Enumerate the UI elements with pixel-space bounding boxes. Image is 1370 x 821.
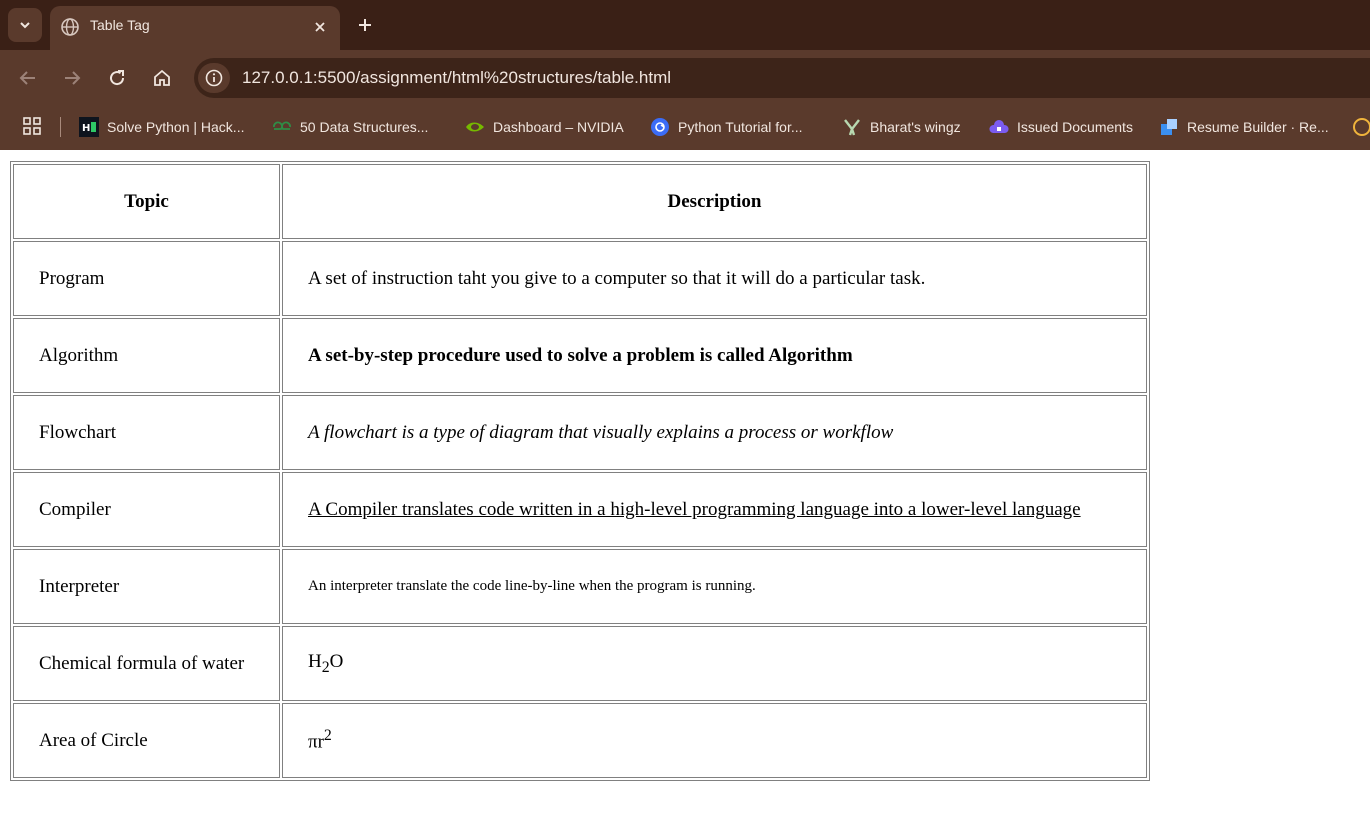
bookmark-nvidia[interactable]: Dashboard – NVIDIA bbox=[465, 114, 624, 140]
formula-subscript: 2 bbox=[321, 658, 330, 676]
cell-description: A set of instruction taht you give to a … bbox=[282, 241, 1147, 316]
arrow-left-icon bbox=[19, 71, 35, 85]
address-bar[interactable]: 127.0.0.1:5500/assignment/html%20structu… bbox=[194, 58, 1370, 98]
bookmark-python-tutorial[interactable]: Python Tutorial for... bbox=[650, 114, 803, 140]
cell-topic: Area of Circle bbox=[13, 703, 280, 778]
bookmark-label: Dashboard – NVIDIA bbox=[493, 119, 624, 135]
home-button[interactable] bbox=[150, 66, 174, 90]
partial-bookmark-icon bbox=[1352, 117, 1370, 137]
python-tutorial-icon bbox=[650, 117, 670, 137]
table-row: Area of Circle πr2 bbox=[13, 703, 1147, 778]
hackerrank-icon: H bbox=[79, 117, 99, 137]
table-row: Interpreter An interpreter translate the… bbox=[13, 549, 1147, 624]
bookmark-label: 50 Data Structures... bbox=[300, 119, 429, 135]
cell-topic: Chemical formula of water bbox=[13, 626, 280, 701]
home-icon bbox=[154, 69, 170, 86]
bookmark-geeksforgeeks[interactable]: 50 Data Structures... bbox=[272, 114, 428, 140]
reload-button[interactable] bbox=[105, 66, 129, 90]
tab-close-button[interactable] bbox=[310, 17, 330, 37]
apps-grid-icon[interactable] bbox=[22, 116, 42, 136]
header-topic: Topic bbox=[13, 164, 280, 239]
formula-tail: O bbox=[329, 650, 344, 672]
back-button[interactable] bbox=[16, 66, 40, 90]
bookmark-label: Python Tutorial for... bbox=[678, 119, 803, 135]
nvidia-icon bbox=[465, 117, 485, 137]
formula-base: πr bbox=[308, 731, 324, 753]
cell-description-italic: A flowchart is a type of diagram that vi… bbox=[282, 395, 1147, 470]
cell-topic: Algorithm bbox=[13, 318, 280, 393]
bookmarks-separator bbox=[60, 117, 61, 137]
bookmark-issued-documents[interactable]: Issued Documents bbox=[989, 114, 1133, 140]
forward-button[interactable] bbox=[60, 66, 84, 90]
cell-description-formula: πr2 bbox=[282, 703, 1147, 778]
info-icon bbox=[205, 69, 223, 87]
table-row: Flowchart A flowchart is a type of diagr… bbox=[13, 395, 1147, 470]
tab-title: Table Tag bbox=[90, 17, 150, 33]
formula-base: H bbox=[308, 650, 322, 672]
tab-search-button[interactable] bbox=[8, 8, 42, 42]
cell-topic: Compiler bbox=[13, 472, 280, 547]
table-row: Compiler A Compiler translates code writ… bbox=[13, 472, 1147, 547]
cell-topic: Flowchart bbox=[13, 395, 280, 470]
arrow-right-icon bbox=[65, 71, 81, 85]
bookmark-label: Resume Builder · Re... bbox=[1187, 119, 1329, 135]
new-tab-button[interactable] bbox=[354, 14, 376, 36]
bookmark-overflow[interactable] bbox=[1352, 114, 1370, 140]
cell-description-formula: H2O bbox=[282, 626, 1147, 701]
header-description: Description bbox=[282, 164, 1147, 239]
cloud-lock-icon bbox=[989, 117, 1009, 137]
svg-text:H: H bbox=[82, 123, 90, 134]
bookmark-hackerrank[interactable]: H Solve Python | Hack... bbox=[79, 114, 244, 140]
cell-description-underlined: A Compiler translates code written in a … bbox=[282, 472, 1147, 547]
topics-table: Topic Description Program A set of instr… bbox=[10, 161, 1150, 781]
bookmark-label: Bharat's wingz bbox=[870, 119, 961, 135]
globe-icon bbox=[61, 18, 79, 36]
resume-builder-icon bbox=[1159, 117, 1179, 137]
site-info-button[interactable] bbox=[198, 63, 230, 93]
tab-active[interactable]: Table Tag bbox=[50, 6, 340, 50]
table-header-row: Topic Description bbox=[13, 164, 1147, 239]
cell-topic: Interpreter bbox=[13, 549, 280, 624]
table-row: Chemical formula of water H2O bbox=[13, 626, 1147, 701]
table-row: Program A set of instruction taht you gi… bbox=[13, 241, 1147, 316]
table-row: Algorithm A set-by-step procedure used t… bbox=[13, 318, 1147, 393]
bookmark-resume-builder[interactable]: Resume Builder · Re... bbox=[1159, 114, 1329, 140]
url-text[interactable]: 127.0.0.1:5500/assignment/html%20structu… bbox=[242, 68, 671, 88]
cell-description-small: An interpreter translate the code line-b… bbox=[282, 549, 1147, 624]
chevron-down-icon bbox=[20, 22, 30, 29]
cell-topic: Program bbox=[13, 241, 280, 316]
reload-icon bbox=[110, 70, 125, 86]
bookmark-label: Solve Python | Hack... bbox=[107, 119, 245, 135]
wingz-icon bbox=[842, 117, 862, 137]
cell-description-bold: A set-by-step procedure used to solve a … bbox=[282, 318, 1147, 393]
geeksforgeeks-icon bbox=[272, 117, 292, 137]
plus-icon bbox=[359, 19, 371, 31]
close-icon bbox=[315, 22, 325, 32]
browser-toolbar: 127.0.0.1:5500/assignment/html%20structu… bbox=[0, 50, 1370, 106]
bookmark-wingz[interactable]: Bharat's wingz bbox=[842, 114, 961, 140]
formula-superscript: 2 bbox=[323, 727, 332, 745]
bookmark-label: Issued Documents bbox=[1017, 119, 1133, 135]
tab-strip: Table Tag bbox=[0, 0, 1370, 50]
bookmarks-bar: H Solve Python | Hack... 50 Data Structu… bbox=[0, 106, 1370, 150]
page-content: Topic Description Program A set of instr… bbox=[0, 150, 1370, 821]
